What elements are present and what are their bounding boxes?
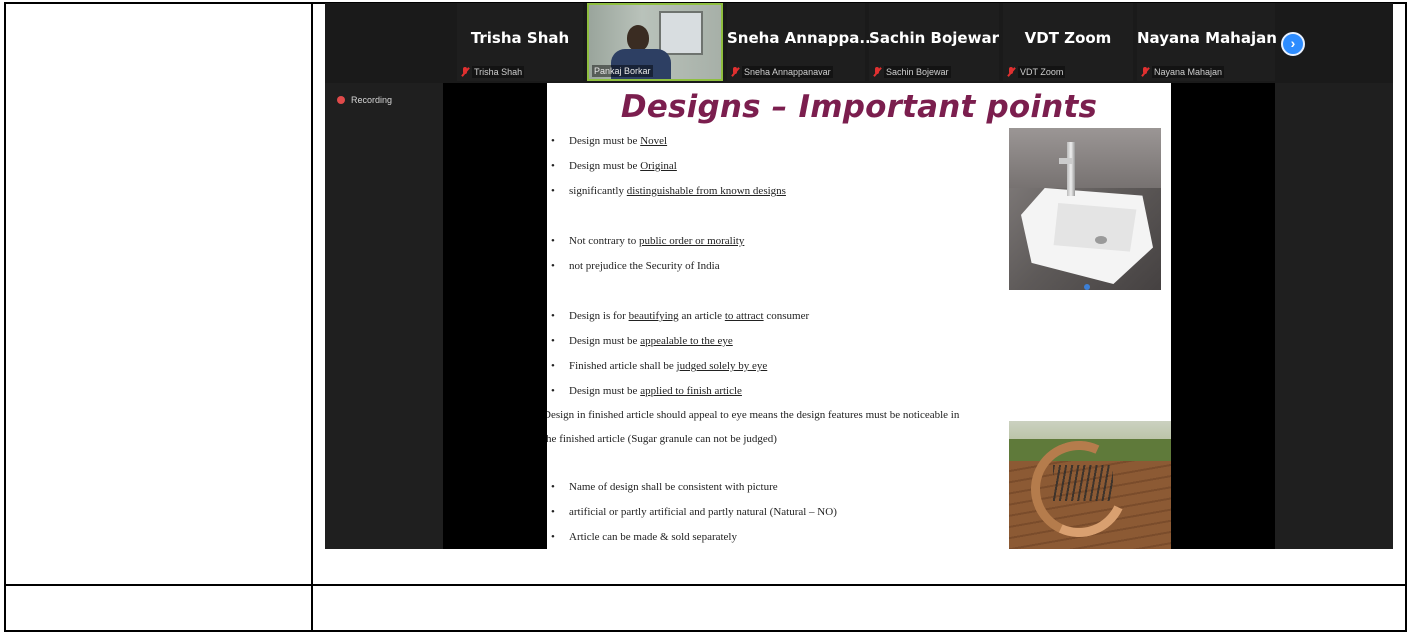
chair-image	[1009, 421, 1171, 549]
slide-bullet: • not prejudice the Security of India	[551, 260, 720, 272]
mic-muted-icon	[461, 67, 469, 77]
participant-tile[interactable]: Trisha Shah Trisha Shah	[457, 3, 583, 81]
zoom-meeting-screenshot: Trisha Shah Trisha Shah Pankaj Borkar Sn…	[325, 3, 1393, 549]
participant-label: Pankaj Borkar	[592, 65, 653, 77]
participant-name: Nayana Mahajan	[1137, 29, 1277, 47]
row-divider	[6, 584, 1405, 586]
pointer-dot	[1084, 284, 1090, 290]
participant-label: Sachin Bojewar	[884, 66, 951, 78]
slide-bullet: • artificial or partly artificial and par…	[551, 506, 837, 518]
participant-label: Sneha Annappanavar	[742, 66, 833, 78]
slide-bullet: • significantly distinguishable from know…	[551, 185, 786, 197]
slide-bullet: • Design is for beautifying an article to…	[551, 310, 810, 322]
shared-slide: Designs – Important points • Design must …	[547, 83, 1171, 549]
mic-muted-icon	[1141, 67, 1149, 77]
mic-muted-icon	[731, 67, 739, 77]
next-participants-button[interactable]: ›	[1281, 32, 1305, 56]
slide-bullet: • Finished article shall be judged solely…	[551, 360, 768, 372]
participant-tile[interactable]: Sneha Annappa... Sneha Annappanavar	[727, 3, 877, 81]
participant-label: Trisha Shah	[472, 66, 525, 78]
slide-bullet: • Design must be Novel	[551, 135, 668, 147]
slide-bullet: • Not contrary to public order or moralit…	[551, 235, 745, 247]
participant-strip: Trisha Shah Trisha Shah Pankaj Borkar Sn…	[325, 3, 1393, 83]
participant-tile[interactable]: Nayana Mahajan Nayana Mahajan	[1137, 3, 1277, 81]
chevron-right-icon: ›	[1290, 35, 1296, 51]
slide-title: Designs – Important points	[620, 89, 1098, 125]
slide-bullet: • Design must be Original	[551, 160, 677, 172]
slide-bullet: • Design must be appealable to the eye	[551, 335, 733, 347]
mic-muted-icon	[1007, 67, 1015, 77]
sink-image	[1009, 128, 1161, 290]
mic-muted-icon	[873, 67, 881, 77]
participant-tile[interactable]: Sachin Bojewar Sachin Bojewar	[869, 3, 999, 81]
recording-dot-icon	[337, 96, 345, 104]
recording-label: Recording	[351, 95, 393, 105]
participant-label: Nayana Mahajan	[1152, 66, 1225, 78]
slide-paragraph: the finished article (Sugar granule can …	[547, 433, 777, 445]
slide-bullet: • Design must be applied to finish articl…	[551, 385, 742, 397]
participant-name: Trisha Shah	[470, 29, 570, 47]
recording-indicator[interactable]: Recording	[337, 95, 392, 105]
participant-name: VDT Zoom	[1024, 29, 1112, 47]
participant-name: Sneha Annappa...	[727, 29, 877, 47]
left-column	[6, 4, 313, 630]
slide-bullet: • Name of design shall be consistent with…	[551, 481, 778, 493]
participant-tile[interactable]: VDT Zoom VDT Zoom	[1003, 3, 1133, 81]
slide-bullet: • Article can be made & sold separately	[551, 531, 737, 543]
participant-name: Sachin Bojewar	[869, 29, 999, 47]
slide-paragraph: Design in finished article should appeal…	[547, 409, 960, 421]
participant-label: VDT Zoom	[1018, 66, 1066, 78]
participant-video-tile[interactable]: Pankaj Borkar	[587, 3, 723, 81]
